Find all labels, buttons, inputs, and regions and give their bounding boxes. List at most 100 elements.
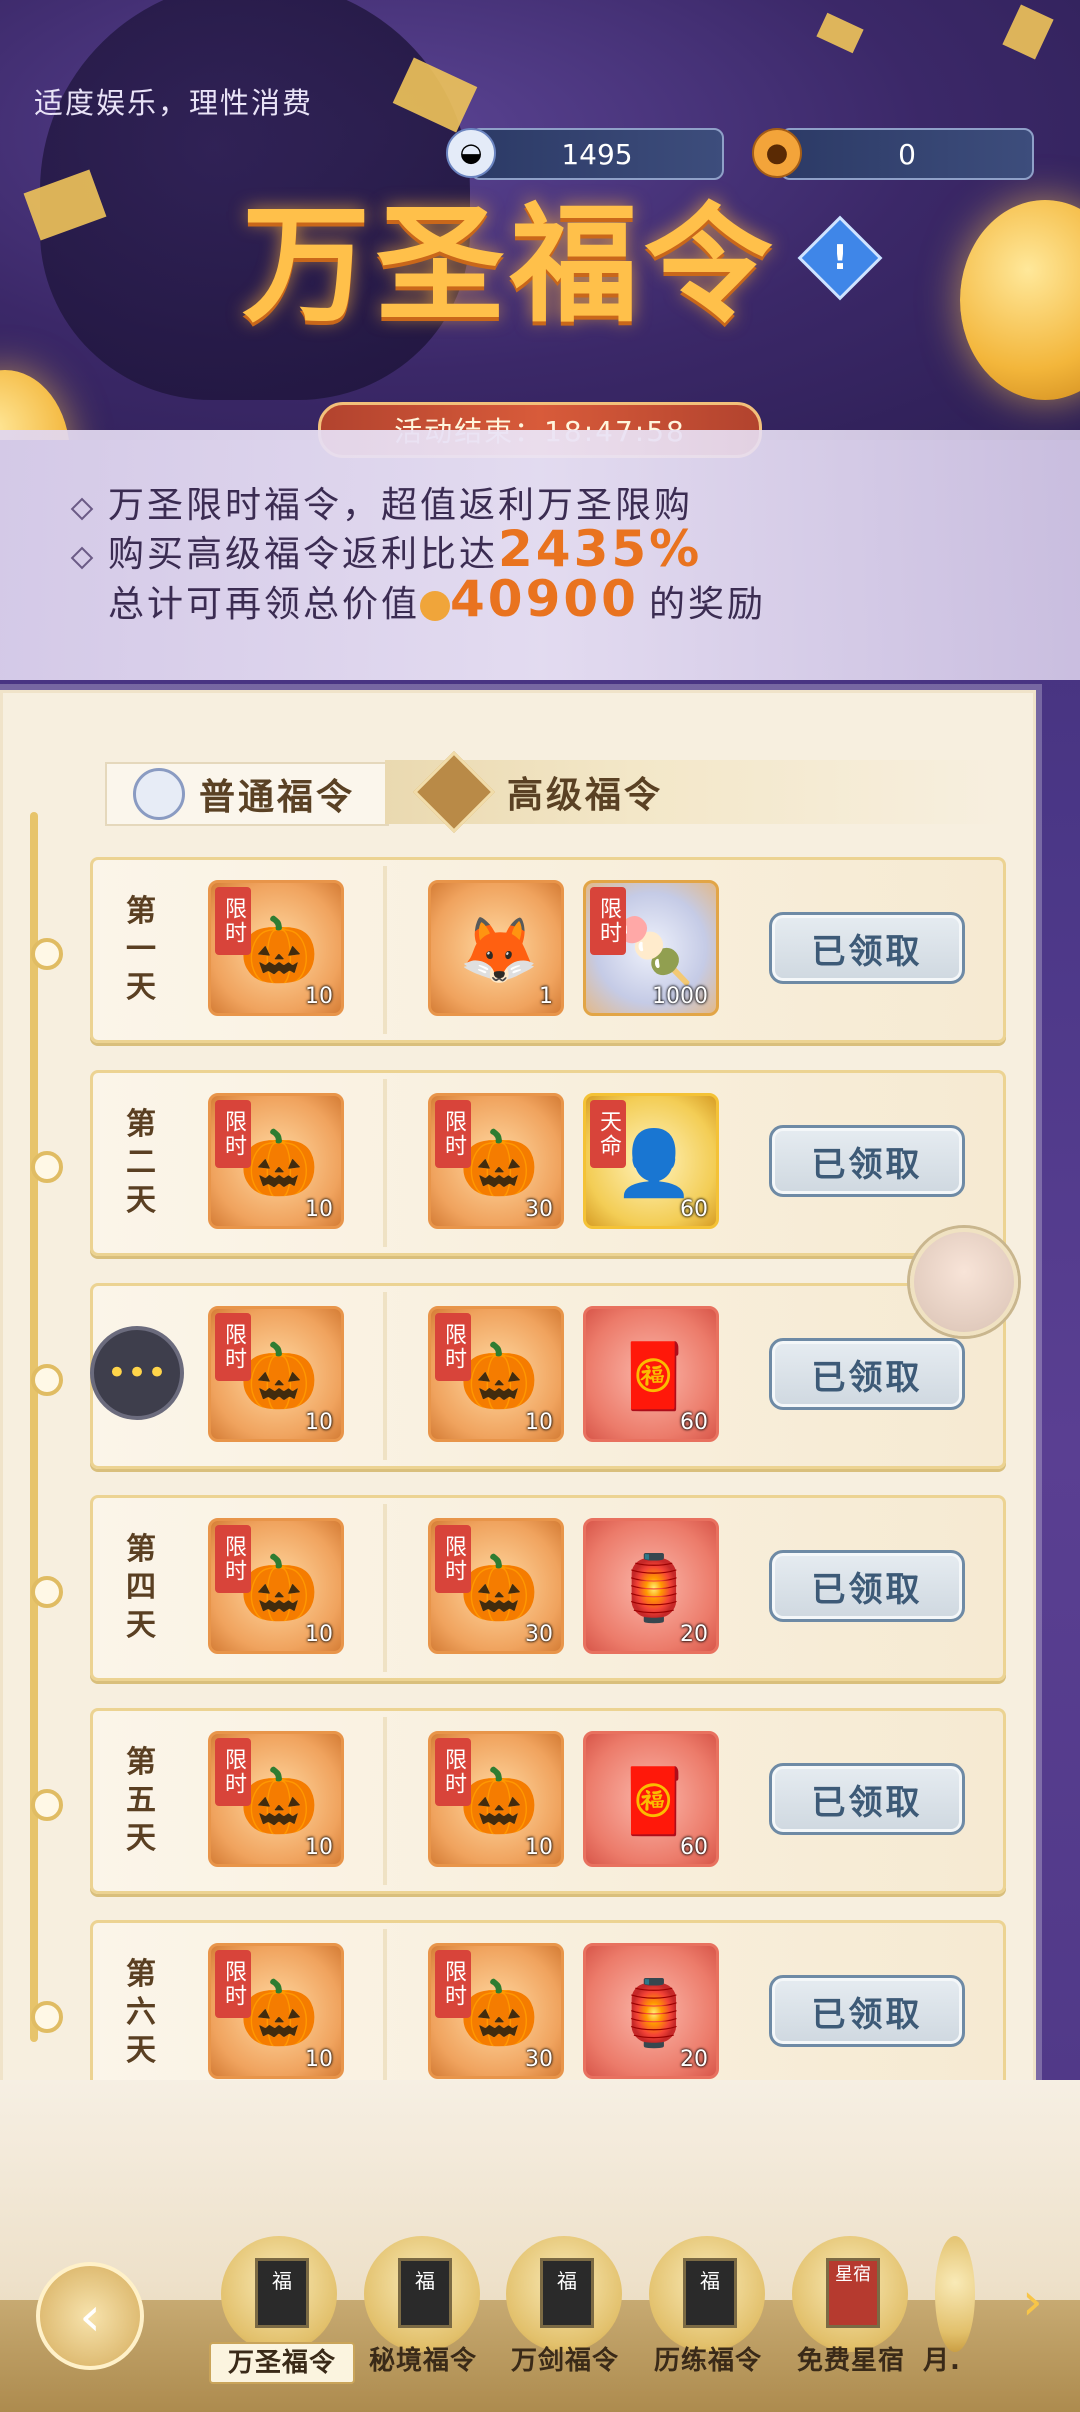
normal-reward-item[interactable]: 🎃 限时 10 [208,880,344,1016]
nav-label: 免费星宿 [796,2346,905,2376]
day-char: 六 [126,1995,156,2030]
reward-quantity: 10 [305,1197,333,1222]
premium-reward-item[interactable]: 🎃 限时 30 [428,1093,564,1229]
currency-value: 1495 [561,137,633,171]
timeline-node-icon [31,2001,63,2033]
limited-tag: 限时 [435,1313,471,1381]
blue-bowl-icon: ◒ [446,128,496,178]
timeline-node-icon [31,1789,63,1821]
premium-reward-item[interactable]: 🎃 限时 10 [428,1306,564,1442]
claimed-button[interactable]: 已领取 [769,1338,965,1410]
premium-reward-item[interactable]: 👤 天命 60 [583,1093,719,1229]
tab-premium-pass[interactable]: 高级福令 [385,750,1005,834]
normal-reward-item[interactable]: 🎃 限时 10 [208,1306,344,1442]
nav-label: 万圣福令 [209,2342,355,2384]
reward-quantity: 20 [680,1622,708,1647]
nav-label: 万剑福令 [510,2346,619,2376]
desc-text: 的奖励 [648,584,766,625]
reward-quantity: 10 [305,1622,333,1647]
limited-tag: 限时 [215,1313,251,1381]
reward-quantity: 10 [305,2047,333,2072]
premium-reward-item[interactable]: 🏮 20 [583,1518,719,1654]
timeline-line [30,812,38,2042]
reward-quantity: 10 [305,984,333,1009]
bottom-nav-item[interactable]: 福历练福令 [643,2236,773,2376]
reward-item-icon: 🧧 [614,1340,694,1414]
reward-row: 第二天 🎃 限时 10 🎃 限时 30 👤 天命 60 已领取 [31,1070,1006,1256]
day-char: 第 [126,1745,156,1780]
reward-quantity: 10 [305,1835,333,1860]
reward-item-icon: 🏮 [614,1977,694,2051]
bottom-nav-item[interactable]: 福秘境福令 [358,2236,488,2376]
normal-reward-item[interactable]: 🎃 限时 10 [208,1518,344,1654]
limited-tag: 限时 [215,1738,251,1806]
claimed-button[interactable]: 已领取 [769,1125,965,1197]
currency-box-pumpkin[interactable]: 0 [780,128,1034,180]
day-char: 五 [126,1783,156,1818]
premium-reward-item[interactable]: 🏮 20 [583,1943,719,2079]
normal-reward-item[interactable]: 🎃 限时 10 [208,1731,344,1867]
limited-tag: 天命 [590,1100,626,1168]
day-char: 第 [126,894,156,929]
day-char: 天 [126,1821,156,1856]
tab-normal-pass[interactable]: 普通福令 [105,762,389,826]
premium-reward-item[interactable]: 🎃 限时 30 [428,1943,564,2079]
claimed-button[interactable]: 已领取 [769,1550,965,1622]
divider [383,1929,387,2097]
back-button[interactable]: ‹ [36,2262,144,2370]
limited-tag: 限时 [215,1100,251,1168]
pass-book-icon: 福 [683,2258,737,2328]
timeline-node-icon [31,1151,63,1183]
divider [383,1292,387,1460]
day-char: 天 [126,2033,156,2068]
description-line-3: 总计可再领总价值 40900 的奖励 [108,570,766,628]
day-label: 第六天 [93,1923,189,2103]
day-char: 第 [126,1957,156,1992]
premium-reward-item[interactable]: 🦊 1 [428,880,564,1016]
nav-label: 秘境福令 [368,2346,477,2376]
normal-reward-item[interactable]: 🎃 限时 10 [208,1093,344,1229]
premium-reward-item[interactable]: 🎃 限时 30 [428,1518,564,1654]
day-char: 天 [126,1183,156,1218]
day-char: 第 [126,1532,156,1567]
claimed-button[interactable]: 已领取 [769,912,965,984]
bottom-nav-item[interactable]: 福万圣福令 [209,2236,355,2384]
day-char: 二 [126,1145,156,1180]
claimed-button[interactable]: 已领取 [769,1763,965,1835]
day-label: 第四天 [93,1498,189,1678]
premium-reward-item[interactable]: 🧧 60 [583,1731,719,1867]
reward-quantity: 10 [305,1410,333,1435]
premium-reward-item[interactable]: 🧧 60 [583,1306,719,1442]
reward-quantity: 60 [680,1410,708,1435]
chat-bubble-icon[interactable]: ••• [90,1326,184,1420]
normal-pass-icon [133,768,185,820]
day-char: 四 [126,1570,156,1605]
premium-reward-item[interactable]: 🍡 限时 1000 [583,880,719,1016]
reward-row: 第六天 🎃 限时 10 🎃 限时 30 🏮 20 已领取 [31,1920,1006,2106]
scroll-right-arrow-icon[interactable]: › [1022,2272,1062,2332]
reward-quantity: 30 [525,1197,553,1222]
reward-quantity: 10 [525,1835,553,1860]
day-char: 天 [126,970,156,1005]
premium-reward-item[interactable]: 🎃 限时 10 [428,1731,564,1867]
limited-tag: 限时 [215,1525,251,1593]
tab-label: 高级福令 [507,775,664,816]
limited-tag: 限时 [435,1950,471,2018]
reward-quantity: 60 [680,1197,708,1222]
limited-tag: 限时 [435,1738,471,1806]
reward-item-icon: 🏮 [614,1552,694,1626]
reward-quantity: 60 [680,1835,708,1860]
claimed-button[interactable]: 已领取 [769,1975,965,2047]
normal-reward-item[interactable]: 🎃 限时 10 [208,1943,344,2079]
divider [383,1504,387,1672]
day-label: 第一天 [93,860,189,1040]
bottom-nav-item[interactable]: 福万剑福令 [500,2236,630,2376]
pumpkin-coin-icon: ● [752,128,802,178]
reward-row: 第四天 🎃 限时 10 🎃 限时 30 🏮 20 已领取 [31,1495,1006,1681]
pass-book-icon: 福 [540,2258,594,2328]
divider [383,866,387,1034]
reward-item-icon: 🧧 [614,1765,694,1839]
gold-coin-icon [420,591,451,621]
floating-avatar[interactable] [910,1228,1018,1336]
bottom-nav-item[interactable]: 星宿 免费星宿 [786,2236,916,2376]
